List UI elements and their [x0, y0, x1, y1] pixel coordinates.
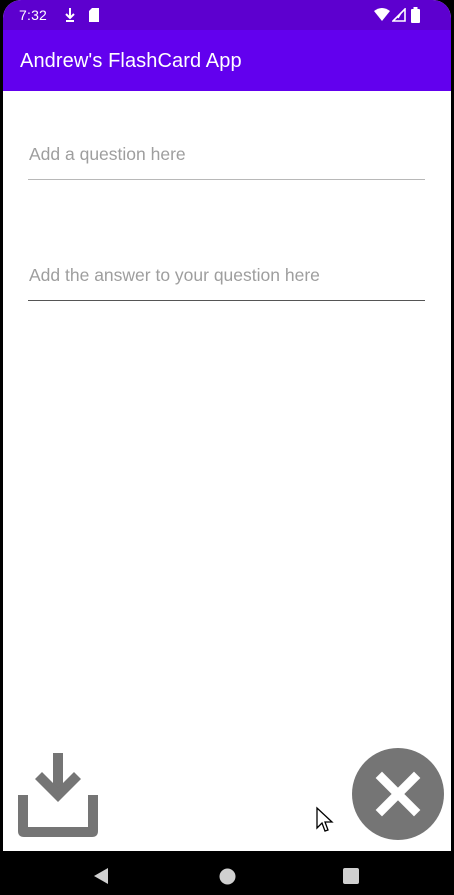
answer-underline — [28, 299, 425, 301]
status-bar: 7:32 — [3, 0, 451, 30]
sd-card-icon — [88, 7, 100, 28]
back-icon — [94, 868, 108, 884]
save-download-icon — [18, 753, 98, 837]
answer-field[interactable] — [28, 249, 425, 301]
cancel-button[interactable] — [352, 748, 444, 840]
app-screen: 7:32 Andrew's FlashCard App Add a questi… — [3, 0, 451, 851]
recents-icon — [343, 868, 359, 884]
status-time: 7:32 — [19, 7, 48, 23]
home-icon — [219, 868, 236, 885]
recents-button[interactable] — [343, 868, 359, 889]
wifi-icon — [374, 8, 390, 27]
home-button[interactable] — [219, 868, 236, 890]
answer-input[interactable] — [28, 249, 425, 301]
app-title: Andrew's FlashCard App — [20, 50, 242, 72]
question-field[interactable] — [28, 128, 425, 180]
save-button[interactable] — [13, 751, 101, 839]
battery-icon — [411, 7, 420, 28]
app-bar: Andrew's FlashCard App — [3, 30, 451, 91]
navigation-bar — [0, 851, 454, 895]
device-frame: 7:32 Andrew's FlashCard App Add a questi… — [0, 0, 454, 895]
download-arrow-icon — [64, 7, 76, 28]
question-input[interactable] — [28, 128, 425, 180]
back-button[interactable] — [92, 867, 110, 890]
signal-icon — [391, 7, 406, 27]
close-icon — [375, 771, 421, 817]
question-underline — [28, 179, 425, 180]
mouse-cursor-icon — [315, 806, 335, 839]
